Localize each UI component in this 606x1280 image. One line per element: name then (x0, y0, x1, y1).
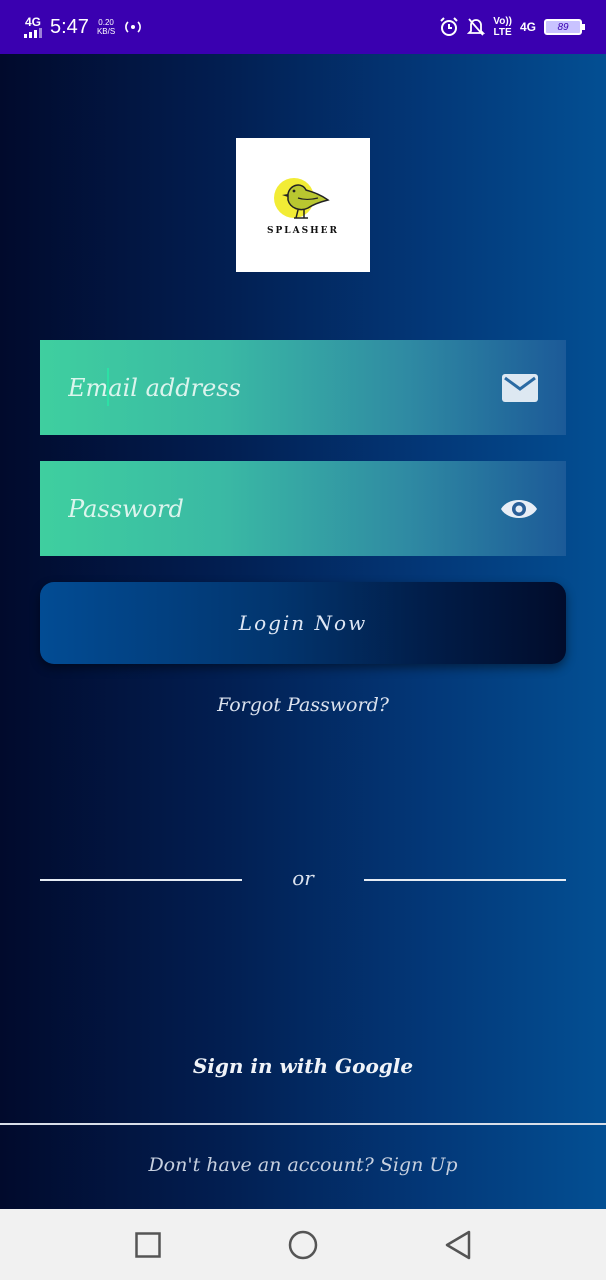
eye-icon[interactable] (500, 496, 538, 522)
signup-link[interactable]: Don't have an account? Sign Up (0, 1154, 606, 1176)
forgot-password-link[interactable]: Forgot Password? (0, 694, 606, 716)
hotspot-icon (125, 21, 142, 33)
home-button[interactable] (283, 1225, 323, 1265)
divider-left (40, 879, 242, 881)
envelope-icon (502, 373, 538, 402)
email-field-container[interactable] (40, 340, 566, 435)
bird-logo-icon (274, 178, 330, 219)
password-field-container[interactable] (40, 461, 566, 556)
signal-indicator: 4G (24, 16, 42, 38)
back-button[interactable] (438, 1225, 478, 1265)
lte-label: LTE (493, 27, 512, 38)
email-field[interactable] (68, 373, 468, 402)
speed-unit: KB/S (96, 27, 116, 36)
recent-apps-icon (134, 1231, 161, 1258)
footer-divider (0, 1123, 606, 1125)
logo-text: SPLASHER (267, 226, 339, 236)
network-speed: 0.20 KB/S (97, 18, 115, 36)
app-logo: SPLASHER (236, 138, 370, 272)
signal-bars-icon (24, 28, 42, 38)
text-cursor (107, 368, 109, 406)
volte-indicator: Vo)) LTE (493, 16, 512, 38)
google-signin-button[interactable]: Sign in with Google (0, 1054, 606, 1078)
system-nav-bar (0, 1209, 606, 1280)
divider-right (364, 879, 566, 881)
status-bar-left: 4G 5:47 0.20 KB/S (24, 16, 143, 39)
password-field[interactable] (68, 494, 468, 523)
network-type: 4G (24, 15, 41, 29)
status-bar: 4G 5:47 0.20 KB/S Vo)) LTE 4G 89 (0, 0, 606, 54)
volte-label: Vo)) (493, 16, 512, 27)
login-button[interactable]: Login Now (40, 582, 566, 664)
status-bar-right: Vo)) LTE 4G 89 (439, 16, 585, 38)
home-icon (288, 1230, 318, 1259)
battery-icon: 89 (544, 19, 585, 35)
notifications-off-icon (467, 18, 486, 36)
recent-apps-button[interactable] (128, 1225, 168, 1265)
back-icon (446, 1230, 471, 1259)
network-type-right: 4G (519, 20, 536, 34)
login-screen: SPLASHER Login Now Forgot Password? or S… (0, 54, 606, 1209)
divider-label: or (292, 866, 314, 890)
battery-level: 89 (557, 21, 569, 33)
speed-value: 0.20 (98, 18, 114, 27)
alarm-icon (440, 17, 458, 36)
clock: 5:47 (50, 15, 89, 38)
